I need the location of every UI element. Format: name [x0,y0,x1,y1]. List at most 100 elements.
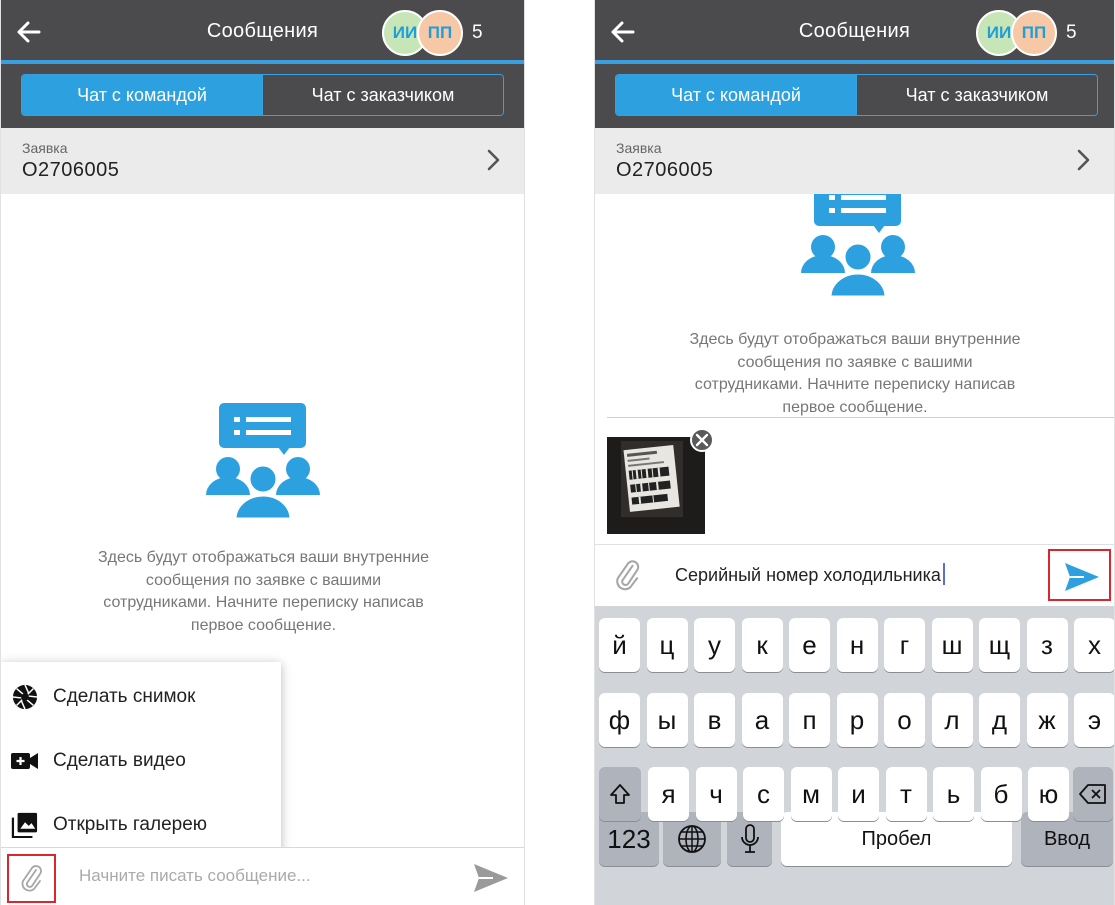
take-photo-item[interactable]: Сделать снимок [1,666,281,726]
order-label: Заявка [616,140,662,156]
paperclip-icon [21,865,42,892]
team-chat-icon [206,403,320,519]
open-gallery-item[interactable]: Открыть галерею [1,794,281,854]
empty-line: сообщения по заявке с вашими [145,571,382,589]
empty-line: первое сообщение. [782,398,928,416]
microphone-icon [740,824,759,853]
header-divider [595,60,1114,64]
key-л[interactable]: л [931,693,973,747]
backspace-key[interactable] [1073,767,1113,821]
message-composer [1,847,524,905]
key-е[interactable]: е [789,618,830,672]
order-label: Заявка [22,140,68,156]
take-photo-label: Сделать снимок [53,686,196,707]
participants[interactable]: ИИ ПП 5 [976,10,1086,56]
order-number: O2706005 [616,159,714,181]
key-о[interactable]: о [884,693,925,747]
globe-icon [678,825,706,853]
close-icon [695,433,709,447]
attach-button[interactable] [7,854,56,903]
key-т[interactable]: т [885,767,927,821]
key-й[interactable]: й [599,618,640,672]
send-icon [1065,563,1099,591]
key-ш[interactable]: ш [931,618,973,672]
chat-screen-attach-menu: Сообщения ИИ ПП 5 Чат с командой Чат с з… [0,0,525,905]
key-и[interactable]: и [838,767,879,821]
avatar: ПП [417,10,463,56]
shift-key[interactable] [599,767,641,821]
key-ю[interactable]: ю [1028,767,1069,821]
key-н[interactable]: н [836,618,878,672]
video-camera-icon [11,753,38,769]
key-д[interactable]: д [979,693,1020,747]
key-с[interactable]: с [743,767,784,821]
tab-customer-chat[interactable]: Чат с заказчиком [262,75,503,115]
key-п[interactable]: п [789,693,830,747]
open-gallery-label: Открыть галерею [53,814,208,835]
key-ы[interactable]: ы [646,693,688,747]
key-х[interactable]: х [1074,618,1114,672]
attachment-thumbnail[interactable] [607,437,705,534]
header-bar: Сообщения ИИ ПП 5 Чат с командой Чат с з… [1,0,524,128]
message-input[interactable]: Серийный номер холодильника [675,563,945,586]
key-в[interactable]: в [694,693,735,747]
key-м[interactable]: м [790,767,832,821]
tab-team-chat[interactable]: Чат с командой [22,75,262,115]
chat-tabs: Чат с командой Чат с заказчиком [615,74,1098,116]
send-icon[interactable] [473,862,509,894]
attach-menu: Сделать снимок Сделать видео Открыть гал… [1,662,281,856]
key-ж[interactable]: ж [1026,693,1068,747]
barcode-label-image [607,437,705,534]
send-button[interactable] [1048,549,1111,601]
record-video-item[interactable]: Сделать видео [1,730,281,790]
divider [607,417,1114,418]
participants[interactable]: ИИ ПП 5 [382,10,492,56]
key-щ[interactable]: щ [979,618,1020,672]
participants-count: 5 [1066,22,1077,43]
onscreen-keyboard: 123 Пробел Ввод йцукенгшщзхфывапролджэяч… [595,606,1114,905]
empty-line: сотрудниками. Начните переписку написав [694,376,1016,393]
key-ц[interactable]: ц [646,618,688,672]
order-number: O2706005 [22,159,120,181]
empty-line: Здесь будут отображаться ваши внутренние [97,549,430,566]
key-ь[interactable]: ь [933,767,974,821]
empty-state-text: Здесь будут отображаться ваши внутренние… [61,547,466,637]
order-link[interactable]: Заявка O2706005 [595,128,1114,194]
key-а[interactable]: а [741,693,783,747]
gallery-icon [11,812,38,838]
chat-screen-typing: Сообщения ИИ ПП 5 Чат с командой Чат с з… [594,0,1115,905]
key-б[interactable]: б [980,767,1022,821]
header-bar: Сообщения ИИ ПП 5 Чат с командой Чат с з… [595,0,1114,128]
paperclip-icon[interactable] [611,559,645,593]
record-video-label: Сделать видео [53,750,186,771]
message-input[interactable] [79,864,439,888]
key-у[interactable]: у [694,618,735,672]
chat-tabs: Чат с командой Чат с заказчиком [21,74,504,116]
shift-arrow-icon [610,784,630,804]
header-divider [1,60,524,64]
key-з[interactable]: з [1026,618,1068,672]
camera-shutter-icon [12,684,38,710]
chevron-right-icon [487,149,500,171]
key-к[interactable]: к [741,618,783,672]
tab-team-chat[interactable]: Чат с командой [616,75,856,115]
key-г[interactable]: г [884,618,925,672]
participants-count: 5 [472,22,483,43]
key-ч[interactable]: ч [695,767,737,821]
key-я[interactable]: я [648,767,689,821]
order-link[interactable]: Заявка O2706005 [1,128,524,194]
key-ф[interactable]: ф [599,693,640,747]
text-caret [942,563,945,585]
empty-line: сообщения по заявке с вашими [737,353,973,371]
remove-attachment-button[interactable] [690,428,714,452]
empty-line: первое сообщение. [190,616,337,634]
key-э[interactable]: э [1074,693,1114,747]
message-input-value: Серийный номер холодильника [675,565,941,585]
empty-line: сотрудниками. Начните переписку написав [103,594,424,611]
backspace-icon [1079,784,1106,804]
empty-line: Здесь будут отображаться ваши внутренние [689,331,1021,348]
message-composer: Серийный номер холодильника [595,544,1114,606]
avatar: ПП [1011,10,1057,56]
tab-customer-chat[interactable]: Чат с заказчиком [856,75,1097,115]
key-р[interactable]: р [836,693,878,747]
